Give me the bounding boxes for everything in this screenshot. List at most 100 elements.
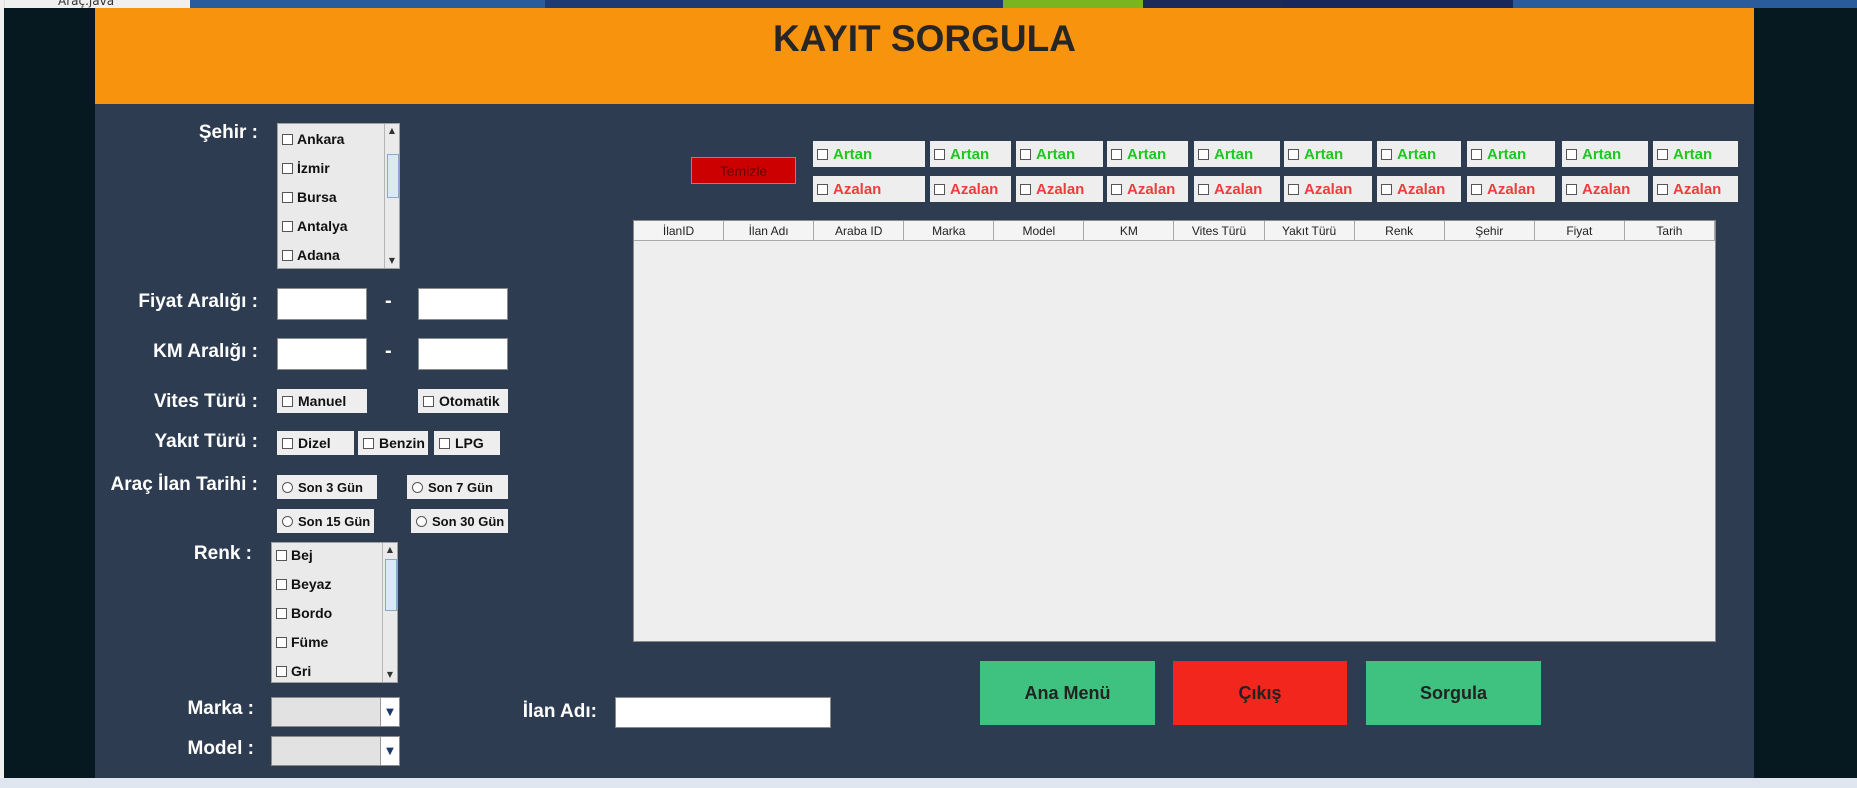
sort-azalan-checkbox[interactable]: Azalan xyxy=(930,176,1011,202)
color-list[interactable]: Bej Beyaz Bordo Füme Gri ▲ ▼ xyxy=(271,542,398,683)
radio-son-3-gun[interactable]: Son 3 Gün xyxy=(277,475,377,499)
checkbox[interactable] xyxy=(1198,183,1209,195)
scroll-thumb[interactable] xyxy=(385,559,397,611)
checkbox[interactable] xyxy=(1020,148,1031,160)
checkbox-lpg[interactable]: LPG xyxy=(434,431,500,455)
checkbox[interactable] xyxy=(1657,183,1668,195)
column-header[interactable]: Şehir xyxy=(1444,221,1535,241)
checkbox[interactable] xyxy=(282,133,293,145)
sort-azalan-checkbox[interactable]: Azalan xyxy=(1562,176,1648,202)
scroll-down-icon[interactable]: ▼ xyxy=(383,668,397,682)
list-item[interactable]: Füme xyxy=(276,634,328,650)
checkbox[interactable] xyxy=(282,220,293,232)
sort-azalan-checkbox[interactable]: Azalan xyxy=(1377,176,1461,202)
list-item[interactable]: Antalya xyxy=(282,218,348,234)
list-item[interactable]: Ankara xyxy=(282,131,344,147)
checkbox[interactable] xyxy=(1381,148,1392,160)
column-header[interactable]: KM xyxy=(1084,221,1175,241)
checkbox[interactable] xyxy=(276,607,287,619)
sort-artan-checkbox[interactable]: Artan xyxy=(1194,141,1280,167)
checkbox[interactable] xyxy=(1198,148,1209,160)
checkbox[interactable] xyxy=(817,148,828,160)
checkbox[interactable] xyxy=(1471,148,1482,160)
checkbox[interactable] xyxy=(282,162,293,174)
column-header[interactable]: Model xyxy=(994,221,1085,241)
scroll-up-icon[interactable]: ▲ xyxy=(383,543,397,557)
list-item[interactable]: İzmir xyxy=(282,160,330,176)
column-header[interactable]: Marka xyxy=(904,221,995,241)
column-header[interactable]: Araba ID xyxy=(814,221,905,241)
column-header[interactable]: Tarih xyxy=(1624,221,1715,241)
checkbox[interactable] xyxy=(363,437,374,449)
sort-artan-checkbox[interactable]: Artan xyxy=(930,141,1011,167)
scroll-up-icon[interactable]: ▲ xyxy=(385,124,399,138)
checkbox[interactable] xyxy=(1381,183,1392,195)
checkbox[interactable] xyxy=(276,636,287,648)
sort-artan-checkbox[interactable]: Artan xyxy=(1467,141,1555,167)
price-min-field[interactable] xyxy=(277,288,367,320)
model-combo[interactable]: ▼ xyxy=(271,736,400,766)
ilan-adi-field[interactable] xyxy=(615,697,831,728)
checkbox[interactable] xyxy=(423,395,434,407)
checkbox[interactable] xyxy=(1111,183,1122,195)
column-header[interactable]: Renk xyxy=(1354,221,1445,241)
sort-artan-checkbox[interactable]: Artan xyxy=(1377,141,1461,167)
checkbox-otomatik[interactable]: Otomatik xyxy=(418,389,508,413)
checkbox-manuel[interactable]: Manuel xyxy=(277,389,367,413)
km-min-field[interactable] xyxy=(277,338,367,370)
list-item[interactable]: Beyaz xyxy=(276,576,331,592)
sort-azalan-checkbox[interactable]: Azalan xyxy=(1653,176,1738,202)
checkbox[interactable] xyxy=(1471,183,1482,195)
checkbox-benzin[interactable]: Benzin xyxy=(358,431,428,455)
radio-son-7-gun[interactable]: Son 7 Gün xyxy=(407,475,508,499)
radio-icon[interactable] xyxy=(282,515,293,527)
checkbox[interactable] xyxy=(1020,183,1031,195)
tree-item-file[interactable]: Araç.java xyxy=(58,0,114,8)
radio-son-15-gun[interactable]: Son 15 Gün xyxy=(277,509,374,533)
checkbox[interactable] xyxy=(276,665,287,677)
checkbox[interactable] xyxy=(1111,148,1122,160)
checkbox[interactable] xyxy=(1566,183,1577,195)
list-item[interactable]: Bordo xyxy=(276,605,332,621)
checkbox[interactable] xyxy=(1288,148,1299,160)
sort-azalan-checkbox[interactable]: Azalan xyxy=(813,176,925,202)
chevron-down-icon[interactable]: ▼ xyxy=(380,698,399,726)
sort-artan-checkbox[interactable]: Artan xyxy=(1562,141,1648,167)
checkbox[interactable] xyxy=(276,549,287,561)
checkbox[interactable] xyxy=(1657,148,1668,160)
checkbox[interactable] xyxy=(282,395,293,407)
radio-icon[interactable] xyxy=(412,481,423,493)
radio-icon[interactable] xyxy=(282,481,293,493)
checkbox[interactable] xyxy=(1566,148,1577,160)
radio-son-30-gun[interactable]: Son 30 Gün xyxy=(411,509,508,533)
km-max-field[interactable] xyxy=(418,338,508,370)
sort-azalan-checkbox[interactable]: Azalan xyxy=(1107,176,1188,202)
cikis-button[interactable]: Çıkış xyxy=(1173,661,1347,725)
sorgula-button[interactable]: Sorgula xyxy=(1366,661,1541,725)
checkbox[interactable] xyxy=(934,183,945,195)
radio-icon[interactable] xyxy=(416,515,427,527)
city-list[interactable]: Ankara İzmir Bursa Antalya Adana ▲ ▼ xyxy=(277,123,400,269)
sort-artan-checkbox[interactable]: Artan xyxy=(1284,141,1372,167)
checkbox[interactable] xyxy=(282,437,293,449)
checkbox[interactable] xyxy=(282,191,293,203)
temizle-button[interactable]: Temizle xyxy=(691,157,796,184)
checkbox[interactable] xyxy=(276,578,287,590)
sort-artan-checkbox[interactable]: Artan xyxy=(813,141,925,167)
results-table[interactable]: İlanID İlan Adı Araba ID Marka Model KM Vites … xyxy=(633,220,1716,642)
column-header[interactable]: İlan Adı xyxy=(724,221,815,241)
checkbox[interactable] xyxy=(1288,183,1299,195)
list-item[interactable]: Bursa xyxy=(282,189,337,205)
column-header[interactable]: İlanID xyxy=(634,221,725,241)
checkbox[interactable] xyxy=(934,148,945,160)
sort-azalan-checkbox[interactable]: Azalan xyxy=(1194,176,1280,202)
list-item[interactable]: Gri xyxy=(276,663,311,679)
marka-combo[interactable]: ▼ xyxy=(271,697,400,727)
column-header[interactable]: Vites Türü xyxy=(1174,221,1265,241)
list-item[interactable]: Adana xyxy=(282,247,340,263)
scroll-thumb[interactable] xyxy=(387,154,399,198)
price-max-field[interactable] xyxy=(418,288,508,320)
sort-artan-checkbox[interactable]: Artan xyxy=(1653,141,1738,167)
color-list-scrollbar[interactable]: ▲ ▼ xyxy=(382,543,397,682)
sort-azalan-checkbox[interactable]: Azalan xyxy=(1016,176,1103,202)
